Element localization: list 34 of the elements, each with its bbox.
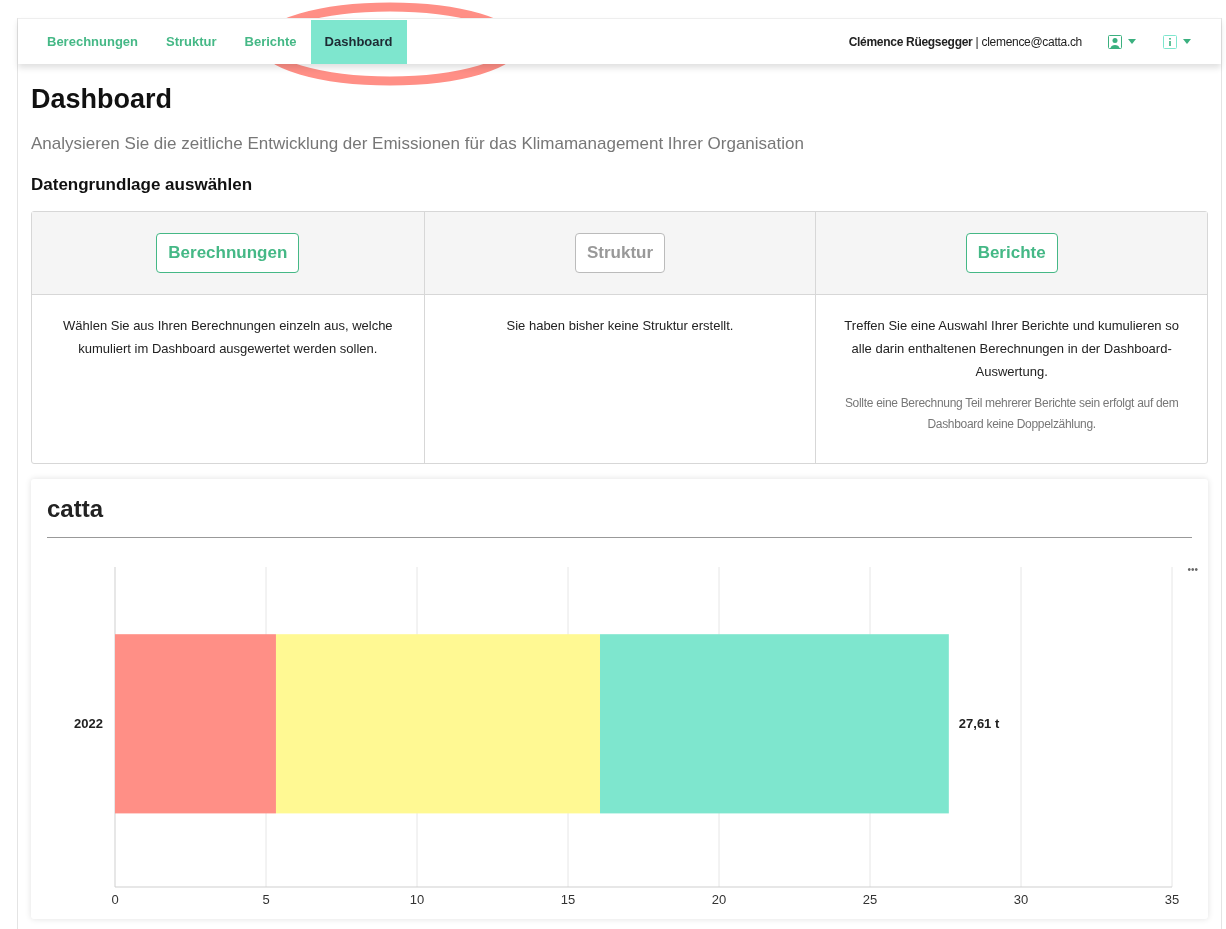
source-description: Treffen Sie eine Auswahl Ihrer Berichte und kumulieren so alle darin enthaltenen Berechnungen in der Dashboard-Auswertung.: [843, 317, 1180, 381]
separator: |: [975, 33, 979, 51]
source-description: Wählen Sie aus Ihren Berechnungen einzeln aus, welche kumuliert im Dashboard ausgewertet werden sollen.: [62, 317, 394, 358]
page-title: Dashboard: [31, 86, 174, 113]
user-menu-button[interactable]: [1108, 34, 1136, 49]
user-name: Clémence Rüegsegger: [848, 33, 973, 51]
source-button[interactable]: Berichte: [965, 233, 1058, 273]
nav-tab[interactable]: Berechnungen: [33, 19, 152, 64]
section-title: Datengrundlage auswählen: [31, 176, 254, 193]
tick-label: 30: [1013, 892, 1029, 907]
tick-label: 15: [560, 892, 576, 907]
caret-icon: [1128, 39, 1136, 44]
source-note: Sollte eine Berechnung Teil mehrerer Berichte sein erfolgt auf dem Dashboard keine Doppelzählung.: [843, 395, 1180, 433]
user-email: clemence@catta.ch: [981, 33, 1082, 51]
tick-label: 10: [409, 892, 425, 907]
total-label: 27,61 t: [958, 715, 1000, 731]
chart-menu-button[interactable]: •••: [1187, 565, 1198, 575]
source-button[interactable]: Berechnungen: [156, 233, 300, 273]
tick-label: 35: [1164, 892, 1180, 907]
tick-label: 0: [111, 892, 119, 907]
tick-label: 5: [262, 892, 270, 907]
tick-label: 25: [862, 892, 878, 907]
card-title: catta: [47, 497, 1192, 538]
page-subtitle: Analysieren Sie die zeitliche Entwicklung der Emissionen für das Klimamanagement Ihrer Organisation: [31, 135, 805, 152]
user-icon: [1108, 34, 1122, 49]
nav-tab[interactable]: Berichte: [230, 19, 311, 64]
tick-label: 20: [711, 892, 727, 907]
info-menu-button[interactable]: [1163, 34, 1191, 49]
nav-tab[interactable]: Struktur: [152, 19, 231, 64]
category-label: 2022: [74, 715, 103, 731]
nav-tab[interactable]: Dashboard: [310, 19, 407, 64]
source-description: Sie haben bisher keine Struktur erstellt.: [505, 317, 735, 335]
caret-icon: [1183, 39, 1191, 44]
info-icon: [1163, 34, 1177, 49]
